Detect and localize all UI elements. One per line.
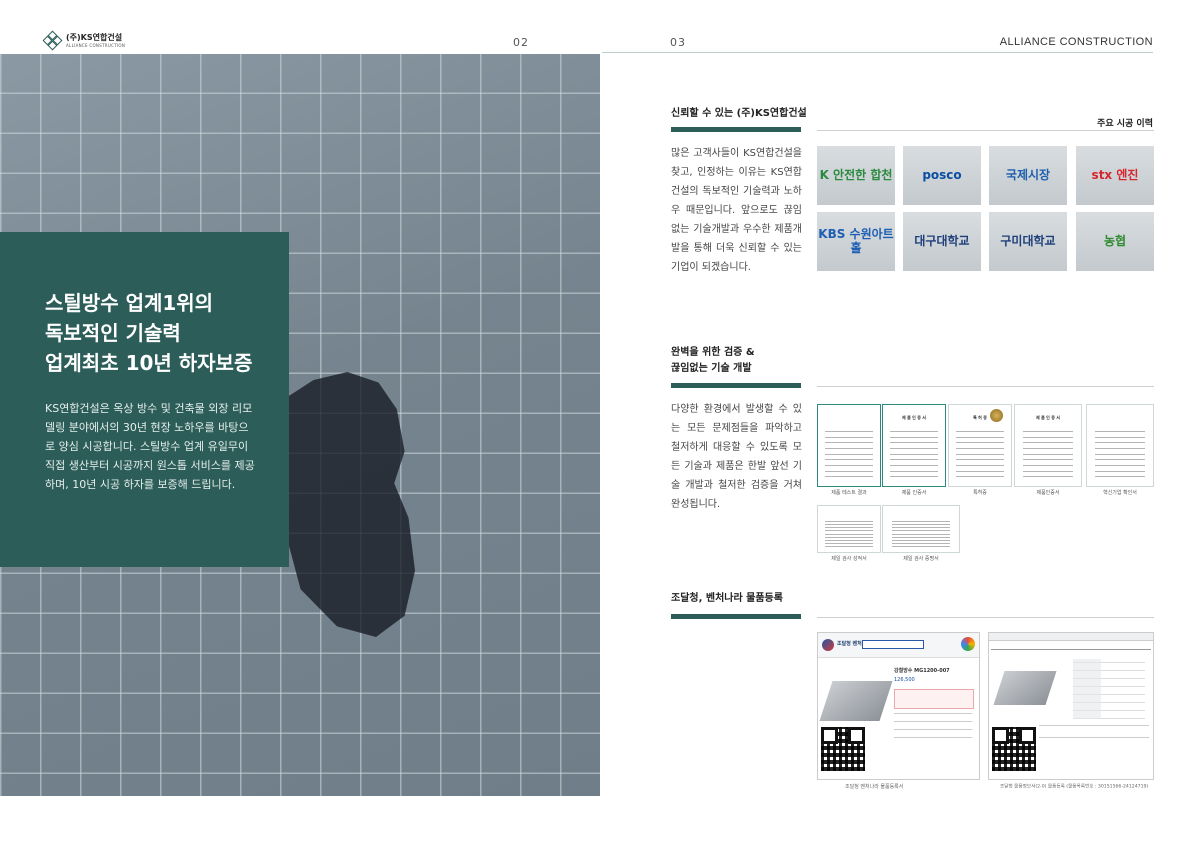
client-label: K 안전한 합천 <box>819 167 893 182</box>
qr-code-icon <box>992 727 1036 771</box>
page-number-right: 03 <box>670 36 686 49</box>
certificate-document <box>882 505 960 553</box>
certificate-caption: 제일 검사 성적서 <box>831 556 867 562</box>
verification-paragraph: 다양한 환경에서 발생할 수 있는 모든 문제점들을 파악하고 철저하게 대응할… <box>671 404 802 510</box>
certificate-document: 제 품 인 증 서 <box>1014 404 1082 487</box>
client-label: 국제시장 <box>1005 167 1051 182</box>
client-kbs-logo: KBS 수원아트홀 <box>817 212 895 271</box>
intro-paragraph: KS연합건설은 옥상 방수 및 건축물 외장 리모델링 분야에서의 30년 현장… <box>45 402 255 491</box>
section-bar <box>671 127 801 132</box>
product-price: 126,500 <box>894 677 915 683</box>
section-divider <box>817 386 1154 387</box>
client-label: KBS 수원아트홀 <box>818 227 894 255</box>
section-title-procurement: 조달청, 벤처나라 물품등록 <box>671 593 783 604</box>
logo-name: (주)KS연합건설 <box>66 33 123 42</box>
site-search-box <box>862 640 924 649</box>
headline-line-2: 독보적인 기술력 <box>45 321 181 345</box>
procurement-screenshot-2 <box>988 632 1154 780</box>
page-number-left: 02 <box>513 36 529 49</box>
headline-panel: 스틸방수 업계1위의 독보적인 기술력 업계최초 10년 하자보증 KS연합건설… <box>0 232 289 567</box>
client-hapcheon-logo: K 안전한 합천 <box>817 146 895 205</box>
certificate-caption: 제일 검사 증명서 <box>903 556 939 562</box>
document-heading: 제 품 인 증 서 <box>1036 414 1060 420</box>
product-image <box>993 671 1057 705</box>
client-daegu-univ-logo: 대구대학교 <box>903 212 981 271</box>
client-stx-logo: stx 엔진 <box>1076 146 1154 205</box>
section2-title-line-2: 끊임없는 기술 개발 <box>671 363 752 374</box>
client-label: 대구대학교 <box>914 233 970 248</box>
certificate-document: 특 허 증 <box>948 404 1012 487</box>
diamond-logo-icon <box>42 30 63 51</box>
certificate-caption: 제품 인증서 <box>901 490 927 496</box>
page-header: (주)KS연합건설 ALLIANCE CONSTRUCTION 02 03 AL… <box>0 0 1203 54</box>
section-divider <box>817 617 1154 618</box>
person-shadow <box>285 372 415 637</box>
certificate-document <box>817 404 881 487</box>
document-heading: 제 품 인 증 서 <box>902 414 926 420</box>
headline-line-3: 업계최초 10년 하자보증 <box>45 351 253 375</box>
header-divider <box>602 52 1153 53</box>
procurement-screenshot-1: 조달청 벤처나라 강철방수 MG1200-007 126,500 <box>817 632 980 780</box>
client-history-label: 주요 시공 이력 <box>1097 119 1153 129</box>
gold-seal-icon <box>990 409 1003 422</box>
brand-text: ALLIANCE CONSTRUCTION <box>999 36 1153 48</box>
client-nonghyup-logo: 농협 <box>1076 212 1154 271</box>
headline-line-1: 스틸방수 업계1위의 <box>45 291 214 315</box>
client-label: stx 엔진 <box>1091 167 1139 182</box>
client-label: 구미대학교 <box>1000 233 1056 248</box>
certificate-document: 제 품 인 증 서 <box>882 404 946 487</box>
certificate-document <box>1086 404 1154 487</box>
client-posco-logo: posco <box>903 146 981 205</box>
client-label: posco <box>922 167 962 182</box>
client-gumi-univ-logo: 구미대학교 <box>989 212 1067 271</box>
badge-icon <box>961 637 975 651</box>
certificate-caption: 혁신기업 확인서 <box>1103 490 1137 496</box>
procurement-caption-2: 조달청 물품정보서(2-0) 물품등록 (물품목록번호 : 30151566-2… <box>1000 783 1149 790</box>
client-market-logo: 국제시장 <box>989 146 1067 205</box>
section-title-verification: 완벽을 위한 검증 & 끊임없는 기술 개발 <box>671 345 755 377</box>
product-image <box>819 681 893 721</box>
qr-code-icon <box>821 727 865 771</box>
certificate-caption: 특허증 <box>973 490 987 496</box>
section-divider <box>817 130 1154 131</box>
company-logo[interactable]: (주)KS연합건설 ALLIANCE CONSTRUCTION <box>42 30 126 51</box>
section-bar <box>671 614 801 619</box>
headline: 스틸방수 업계1위의 독보적인 기술력 업계최초 10년 하자보증 <box>45 288 252 378</box>
logo-subtitle: ALLIANCE CONSTRUCTION <box>66 43 126 48</box>
certificate-caption: 제품인증서 <box>1036 490 1060 496</box>
certificate-caption: 제품 테스트 결과 <box>831 490 867 496</box>
client-label: 농협 <box>1103 233 1127 248</box>
section-bar <box>671 383 801 388</box>
procurement-caption-1: 조달청 벤처나라 물품등록서 <box>845 784 904 790</box>
trust-paragraph: 많은 고객사들이 KS연합건설을 찾고, 인정하는 이유는 KS연합건설의 독보… <box>671 148 802 273</box>
product-name: 강철방수 MG1200-007 <box>894 668 950 674</box>
section2-title-line-1: 완벽을 위한 검증 & <box>671 347 755 358</box>
certificate-document <box>817 505 881 553</box>
site-logo-icon <box>822 639 834 651</box>
section-title-trust: 신뢰할 수 있는 (주)KS연합건설 <box>671 108 807 119</box>
